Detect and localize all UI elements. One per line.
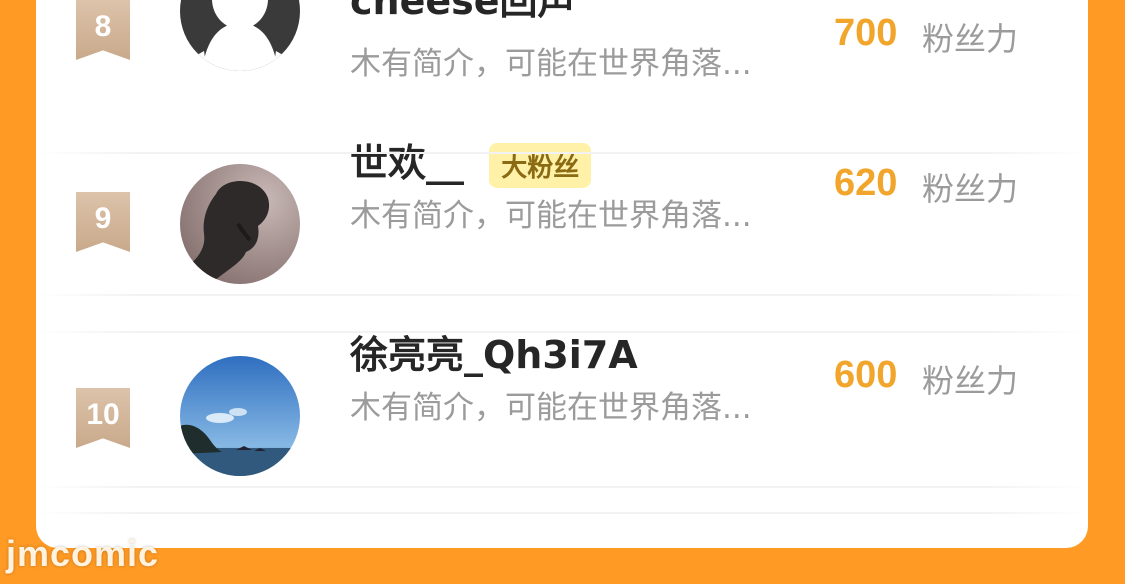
- leaderboard-row[interactable]: 10 徐亮亮_Qh3i7A 木有简介，可能在世界角落... 600 粉丝力: [36, 333, 1088, 534]
- photo-avatar[interactable]: [180, 164, 300, 284]
- rank-number: 10: [86, 398, 120, 431]
- fan-score-unit: 粉丝力: [922, 20, 1019, 58]
- ghost-avatar-icon[interactable]: [180, 0, 300, 71]
- user-description: 木有简介，可能在世界角落...: [350, 390, 752, 426]
- user-description: 木有简介，可能在世界角落...: [350, 198, 752, 234]
- row-divider: [36, 331, 1088, 333]
- leaderboard-row[interactable]: 9 世欢__ 大粉丝 木有简介，可能在世界角落... 620 粉丝力: [36, 141, 1088, 342]
- rank-badge: 9: [76, 192, 130, 252]
- fan-score: 600: [834, 354, 898, 396]
- user-name-text: cheese回声: [350, 0, 576, 23]
- user-description: 木有简介，可能在世界角落...: [350, 46, 752, 82]
- row-divider: [36, 152, 1088, 154]
- rank-badge: 10: [76, 388, 130, 448]
- user-name[interactable]: cheese回声: [350, 0, 576, 25]
- watermark-logo: jmcomic: [6, 533, 160, 574]
- rank-badge: 8: [76, 0, 130, 60]
- user-name-text: 世欢__: [350, 141, 465, 185]
- leaderboard-card: 8 cheese回声 木有简介，可能在世界角落... 700 粉丝力 9 世欢_…: [36, 0, 1088, 548]
- rank-number: 9: [94, 202, 112, 235]
- row-divider: [36, 512, 1088, 514]
- fan-score: 620: [834, 162, 898, 204]
- big-fan-tag: 大粉丝: [489, 143, 592, 188]
- row-divider: [36, 294, 1088, 296]
- rank-number: 8: [94, 10, 112, 43]
- fan-score: 700: [834, 12, 898, 54]
- landscape-avatar[interactable]: [180, 356, 300, 476]
- user-name-text: 徐亮亮_Qh3i7A: [350, 333, 638, 377]
- user-name[interactable]: 世欢__ 大粉丝: [350, 132, 592, 188]
- row-divider: [36, 486, 1088, 488]
- fan-score-unit: 粉丝力: [922, 362, 1019, 400]
- fan-score-unit: 粉丝力: [922, 170, 1019, 208]
- leaderboard-row[interactable]: 8 cheese回声 木有简介，可能在世界角落... 700 粉丝力: [36, 0, 1088, 150]
